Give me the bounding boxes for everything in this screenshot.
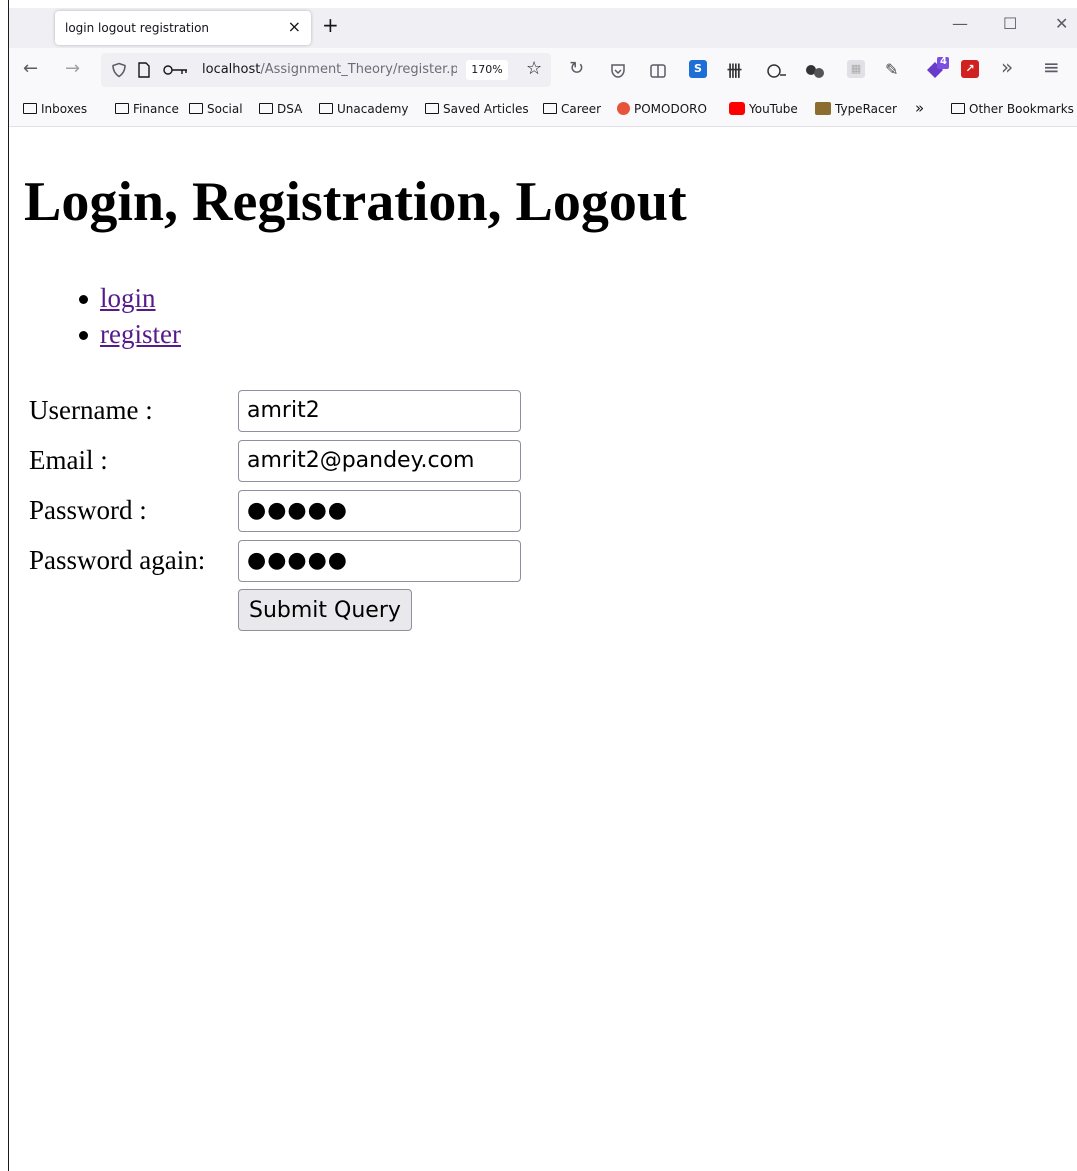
folder-icon — [115, 103, 129, 114]
list-item: register — [79, 316, 181, 352]
reload-icon[interactable]: ↻ — [569, 58, 584, 79]
grid-extension-icon[interactable]: ▦ — [847, 60, 865, 78]
gaana-extension-icon[interactable] — [767, 62, 787, 80]
bookmark-label: Saved Articles — [443, 102, 529, 116]
top-strip — [0, 0, 1077, 8]
tab-bar: login logout registration × + — ☐ ✕ — [9, 8, 1077, 48]
list-item: login — [79, 280, 181, 316]
minimize-icon[interactable]: — — [952, 14, 968, 33]
window-close-icon[interactable]: ✕ — [1055, 14, 1068, 33]
toolbar-overflow-icon[interactable]: » — [1001, 55, 1013, 79]
url-path: /Assignment_Theory/register.php — [260, 62, 457, 77]
password-again-label: Password again: — [29, 545, 206, 575]
bookmarks-bar: Inboxes Finance Social DSA Unacademy Sav… — [9, 94, 1077, 127]
folder-icon — [543, 103, 557, 114]
bookmarks-overflow-icon[interactable]: » — [915, 99, 924, 117]
back-icon[interactable]: ← — [23, 58, 38, 79]
tab-title: login logout registration — [65, 21, 210, 35]
password-label: Password : — [29, 495, 147, 525]
url-bar[interactable]: localhost/Assignment_Theory/register.php… — [101, 53, 551, 87]
bookmark-finance[interactable]: Finance — [115, 102, 179, 116]
folder-icon — [951, 103, 965, 114]
folder-icon — [23, 103, 37, 114]
pocket-icon[interactable] — [609, 62, 627, 80]
folder-icon — [189, 103, 203, 114]
wand-extension-icon[interactable]: ✎ — [885, 60, 898, 79]
bookmark-label: Unacademy — [337, 102, 409, 116]
nav-bar: ← → localhost/Assignment_Theory/register… — [9, 48, 1077, 94]
username-input[interactable]: amrit2 — [238, 390, 521, 432]
url-text[interactable]: localhost/Assignment_Theory/register.php — [202, 62, 457, 77]
bookmark-label: Other Bookmarks — [969, 102, 1074, 116]
shield-icon[interactable] — [111, 62, 127, 78]
email-input[interactable]: amrit2@pandey.com — [238, 440, 521, 482]
window-left-border — [8, 0, 9, 1171]
bookmark-pomodoro[interactable]: POMODORO — [617, 102, 707, 116]
bookmark-dsa[interactable]: DSA — [259, 102, 302, 116]
page-title: Login, Registration, Logout — [24, 171, 687, 233]
typeracer-icon — [815, 102, 831, 115]
submit-button[interactable]: Submit Query — [238, 589, 412, 631]
bookmark-social[interactable]: Social — [189, 102, 243, 116]
bookmark-label: DSA — [277, 102, 303, 116]
pdf-extension-icon[interactable]: ↗ — [961, 60, 979, 78]
key-icon[interactable] — [163, 64, 189, 76]
columns-extension-icon[interactable]: 卌 — [727, 60, 742, 81]
reader-view-icon[interactable] — [649, 62, 667, 80]
star-icon[interactable]: ☆ — [526, 58, 542, 79]
bookmark-label: Career — [561, 102, 602, 116]
bookmark-unacademy[interactable]: Unacademy — [319, 102, 408, 116]
menu-icon[interactable]: ≡ — [1043, 55, 1060, 79]
username-label: Username : — [29, 395, 153, 425]
bookmark-label: YouTube — [749, 102, 798, 116]
bookmark-typeracer[interactable]: TypeRacer — [815, 102, 897, 116]
youtube-icon — [729, 102, 745, 115]
zoom-level[interactable]: 170% — [466, 60, 508, 80]
extension-badge: 4 — [940, 56, 947, 67]
pomodoro-icon — [617, 102, 630, 115]
bookmark-label: POMODORO — [634, 102, 707, 116]
folder-icon — [425, 103, 439, 114]
nav-links: login register — [79, 280, 181, 352]
password-input[interactable]: ●●●●● — [238, 490, 521, 532]
bookmark-other[interactable]: Other Bookmarks — [951, 102, 1074, 116]
bookmark-inboxes[interactable]: Inboxes — [23, 102, 87, 116]
folder-icon — [259, 103, 273, 114]
tab-close-icon[interactable]: × — [288, 17, 301, 36]
login-link[interactable]: login — [100, 283, 156, 313]
tab-active[interactable]: login logout registration × — [55, 11, 311, 45]
bookmark-saved-articles[interactable]: Saved Articles — [425, 102, 529, 116]
url-host: localhost — [202, 62, 261, 77]
maximize-icon[interactable]: ☐ — [1003, 14, 1017, 33]
skype-extension-icon[interactable]: S — [689, 60, 707, 78]
new-tab-icon[interactable]: + — [322, 13, 339, 37]
register-link[interactable]: register — [100, 319, 181, 349]
forward-icon[interactable]: → — [65, 58, 80, 79]
bookmark-label: Finance — [133, 102, 179, 116]
bookmark-youtube[interactable]: YouTube — [729, 102, 798, 116]
bookmark-label: Inboxes — [41, 102, 88, 116]
folder-icon — [319, 103, 333, 114]
bookmark-label: TypeRacer — [835, 102, 897, 116]
balls-extension-icon[interactable] — [805, 62, 825, 80]
email-label: Email : — [29, 445, 108, 475]
page-icon[interactable] — [137, 62, 151, 78]
bookmark-label: Social — [207, 102, 243, 116]
bookmark-career[interactable]: Career — [543, 102, 601, 116]
password-again-input[interactable]: ●●●●● — [238, 540, 521, 582]
